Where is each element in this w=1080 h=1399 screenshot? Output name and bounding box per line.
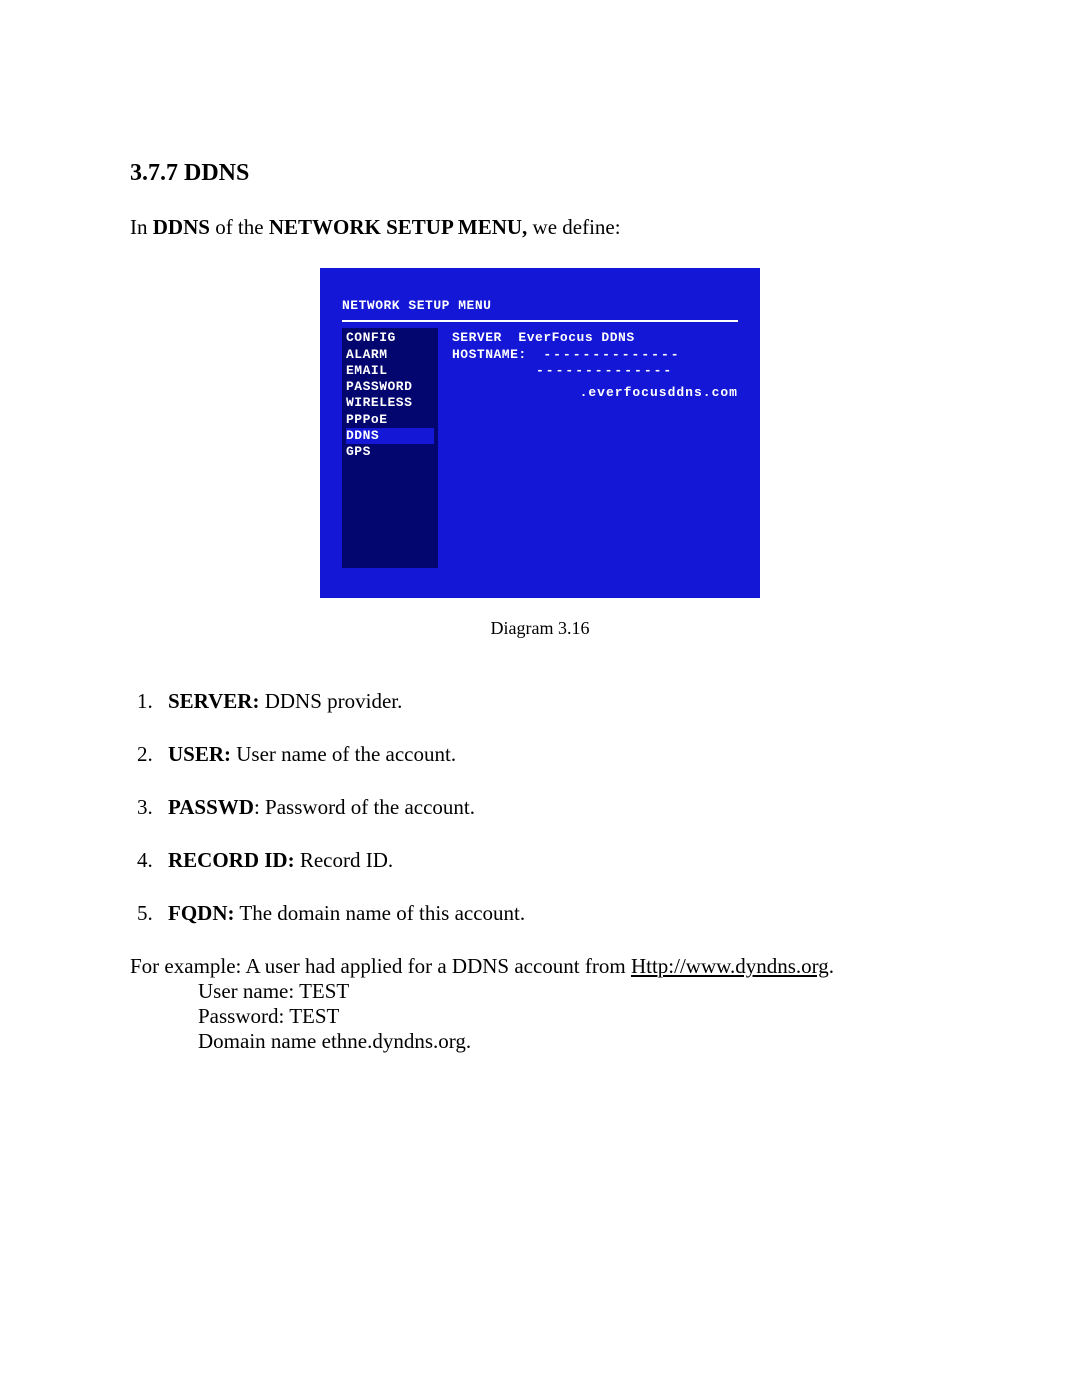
- hostname-row-2: --------------: [452, 363, 738, 379]
- list-item: SERVER: DDNS provider.: [158, 689, 950, 714]
- intro-text-pre: In: [130, 215, 153, 239]
- hostname-field[interactable]: --------------: [543, 347, 680, 363]
- terminal-window: NETWORK SETUP MENU CONFIG ALARM EMAIL PA…: [320, 268, 760, 598]
- terminal-main: SERVER EverFocus DDNS HOSTNAME: --------…: [438, 328, 738, 568]
- desc-user: User name of the account.: [231, 742, 456, 766]
- term-fqdn: FQDN:: [168, 901, 235, 925]
- sidebar-item-config[interactable]: CONFIG: [346, 330, 434, 346]
- sidebar-item-wireless[interactable]: WIRELESS: [346, 395, 434, 411]
- server-row: SERVER EverFocus DDNS: [452, 330, 738, 346]
- term-recordid: RECORD ID:: [168, 848, 295, 872]
- terminal-title: NETWORK SETUP MENU: [342, 298, 738, 314]
- sidebar-item-ddns[interactable]: DDNS: [346, 428, 434, 444]
- sidebar-item-alarm[interactable]: ALARM: [346, 347, 434, 363]
- hostname-label: HOSTNAME:: [452, 347, 527, 362]
- server-value[interactable]: EverFocus DDNS: [518, 330, 634, 345]
- list-item: PASSWD: Password of the account.: [158, 795, 950, 820]
- domain-suffix: .everfocusddns.com: [452, 385, 738, 401]
- terminal-figure: NETWORK SETUP MENU CONFIG ALARM EMAIL PA…: [320, 268, 760, 598]
- term-passwd: PASSWD: [168, 795, 254, 819]
- section-heading: 3.7.7 DDNS: [130, 160, 950, 187]
- server-label: SERVER: [452, 330, 502, 345]
- sidebar-item-password[interactable]: PASSWORD: [346, 379, 434, 395]
- example-line2: User name: TEST: [130, 979, 349, 1004]
- sidebar-item-email[interactable]: EMAIL: [346, 363, 434, 379]
- list-item: RECORD ID: Record ID.: [158, 848, 950, 873]
- term-user: USER:: [168, 742, 231, 766]
- example-line4: Domain name ethne.dyndns.org.: [130, 1029, 471, 1054]
- list-item: FQDN: The domain name of this account.: [158, 901, 950, 926]
- example-paragraph: For example: A user had applied for a DD…: [130, 954, 950, 1054]
- definitions-list: SERVER: DDNS provider. USER: User name o…: [130, 689, 950, 926]
- desc-server: DDNS provider.: [259, 689, 402, 713]
- terminal-sidebar: CONFIG ALARM EMAIL PASSWORD WIRELESS PPP…: [342, 328, 438, 568]
- desc-fqdn: The domain name of this account.: [235, 901, 526, 925]
- terminal-divider: [342, 320, 738, 322]
- example-line1-post: .: [829, 954, 834, 978]
- intro-paragraph: In DDNS of the NETWORK SETUP MENU, we de…: [130, 215, 950, 240]
- hostname-row: HOSTNAME: --------------: [452, 347, 738, 363]
- example-line1-pre: For example: A user had applied for a DD…: [130, 954, 631, 978]
- example-link-dyndns[interactable]: Http://www.dyndns.org: [631, 954, 829, 978]
- list-item: USER: User name of the account.: [158, 742, 950, 767]
- hostname-field-2[interactable]: --------------: [536, 363, 673, 379]
- intro-bold-menu: NETWORK SETUP MENU,: [269, 215, 527, 239]
- example-line3: Password: TEST: [130, 1004, 339, 1029]
- desc-recordid: Record ID.: [295, 848, 394, 872]
- terminal-body: CONFIG ALARM EMAIL PASSWORD WIRELESS PPP…: [342, 328, 738, 568]
- figure-caption: Diagram 3.16: [130, 618, 950, 639]
- term-server: SERVER:: [168, 689, 259, 713]
- document-page: 3.7.7 DDNS In DDNS of the NETWORK SETUP …: [0, 0, 1080, 1354]
- sidebar-item-gps[interactable]: GPS: [346, 444, 434, 460]
- sidebar-item-pppoe[interactable]: PPPoE: [346, 412, 434, 428]
- desc-passwd: : Password of the account.: [254, 795, 475, 819]
- intro-bold-ddns: DDNS: [153, 215, 210, 239]
- intro-text-mid: of the: [210, 215, 269, 239]
- intro-text-post: we define:: [527, 215, 620, 239]
